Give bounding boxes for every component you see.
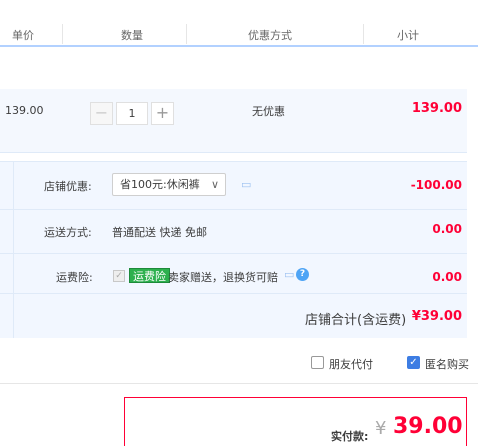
payment-label: 实付款:	[331, 430, 369, 443]
header-divider	[363, 24, 364, 44]
shop-discount-value: -100.00	[410, 178, 462, 192]
header-price: 单价	[12, 29, 34, 42]
header-divider	[62, 24, 63, 44]
row-divider	[0, 253, 467, 254]
chevron-down-icon: ∨	[210, 178, 219, 191]
friend-pay-checkbox[interactable]	[311, 356, 324, 369]
message-icon[interactable]: ▭	[241, 178, 251, 191]
header-quantity: 数量	[121, 29, 143, 42]
insurance-tag: 运费险	[129, 268, 170, 283]
anonymous-purchase-label[interactable]: 匿名购买	[425, 356, 469, 372]
shop-discount-select[interactable]: 省100元:休闲裤 ∨	[112, 173, 226, 196]
item-promotion: 无优惠	[252, 105, 285, 118]
quantity-decrease-button[interactable]: −	[90, 102, 113, 125]
help-icon[interactable]: ?	[296, 268, 309, 281]
insurance-description: 卖家赠送，退换货可赔	[168, 271, 278, 284]
insurance-checkbox: ✓	[113, 270, 125, 282]
section-divider	[0, 383, 478, 384]
cart-item-row	[0, 89, 467, 153]
insurance-label: 运费险:	[56, 271, 93, 284]
table-header: 单价 数量 优惠方式 小计	[0, 0, 478, 47]
shipping-cost: 0.00	[432, 222, 462, 236]
header-divider	[186, 24, 187, 44]
shop-discount-selected: 省100元:休闲裤	[120, 178, 200, 191]
shop-discount-label: 店铺优惠:	[44, 180, 92, 193]
payment-amount: 39.00	[393, 414, 463, 439]
shop-total-label: 店铺合计(含运费)	[305, 313, 407, 328]
row-divider	[0, 209, 467, 210]
shop-total-value: ¥39.00	[411, 309, 462, 324]
message-icon[interactable]: ▭	[284, 268, 294, 281]
shipping-method-label: 运送方式:	[44, 226, 92, 239]
quantity-input[interactable]: 1	[116, 102, 148, 125]
panel-divider	[13, 161, 14, 338]
quantity-increase-button[interactable]: +	[151, 102, 174, 125]
item-subtotal: 139.00	[411, 101, 462, 116]
header-promotion: 优惠方式	[248, 29, 292, 42]
insurance-cost: 0.00	[432, 270, 462, 284]
payment-currency: ¥	[375, 418, 387, 439]
row-divider	[0, 293, 467, 294]
header-subtotal: 小计	[397, 29, 419, 42]
shipping-method-value: 普通配送 快递 免邮	[112, 226, 207, 239]
item-unit-price: 139.00	[5, 104, 44, 117]
anonymous-purchase-checkbox[interactable]: ✓	[407, 356, 420, 369]
friend-pay-label[interactable]: 朋友代付	[329, 356, 373, 372]
